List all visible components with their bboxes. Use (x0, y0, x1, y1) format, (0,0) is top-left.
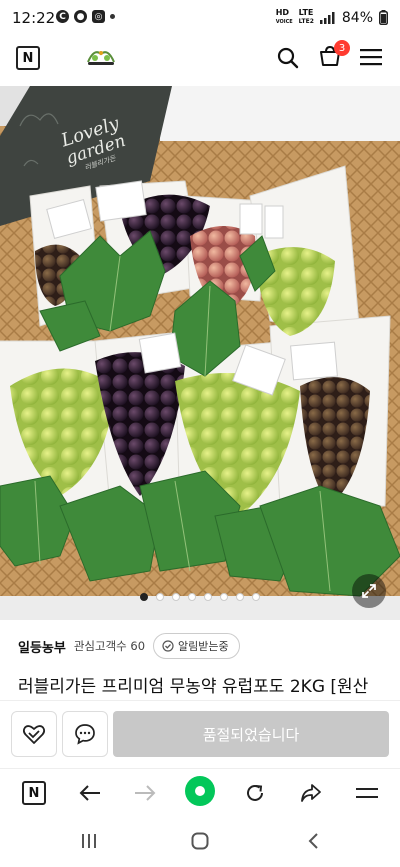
purchase-action-bar: 품절되었습니다 (0, 700, 400, 769)
menu-icon[interactable] (360, 48, 382, 66)
recents-icon[interactable] (81, 832, 97, 850)
seller-name[interactable]: 일등농부 (18, 637, 66, 656)
product-title: 러블리가든 프리미엄 무농약 유럽포도 2KG [원산 (18, 677, 369, 697)
grape-box-photo (0, 86, 400, 620)
home-icon[interactable] (191, 832, 209, 850)
notify-label: 알림받는중 (178, 640, 229, 653)
gallery-page-dot[interactable] (172, 593, 180, 601)
arrow-right-icon (135, 785, 156, 801)
notification-icons: C ● ◎ (56, 10, 115, 23)
back-button[interactable] (76, 779, 104, 807)
chat-bubble-icon (75, 724, 95, 745)
expand-icon (362, 584, 376, 598)
notify-button[interactable]: 알림받는중 (153, 633, 240, 659)
green-dot-button[interactable] (185, 776, 215, 806)
product-image-gallery[interactable]: Lovely garden 러블리가든 (0, 86, 400, 620)
status-bar: 12:22 C ● ◎ HD VOICE LTE LTE2 84% (0, 0, 400, 36)
battery-icon (379, 10, 388, 25)
gallery-page-dot[interactable] (220, 593, 228, 601)
back-nav-icon[interactable] (307, 832, 319, 850)
menu-lines-icon (356, 788, 378, 798)
android-navigation-bar (0, 818, 400, 867)
seller-row: 일등농부 관심고객수 60 알림받는중 (18, 632, 240, 660)
expand-image-button[interactable] (352, 574, 386, 608)
gallery-page-dot[interactable] (140, 593, 148, 601)
refresh-button[interactable] (241, 779, 269, 807)
arrow-left-icon (79, 785, 100, 801)
gallery-page-dot[interactable] (252, 593, 260, 601)
naver-home-button[interactable]: N (16, 46, 40, 70)
forward-button[interactable] (131, 779, 159, 807)
seller-fans-count: 관심고객수 60 (73, 639, 146, 653)
browser-toolbar: N (0, 768, 400, 817)
more-notifications-icon (110, 14, 115, 19)
cart-button[interactable]: 3 (318, 40, 350, 68)
gallery-page-dot[interactable] (156, 593, 164, 601)
naver-home-tab-button[interactable]: N (20, 779, 48, 807)
hd-voice-indicator: HD VOICE (275, 8, 293, 26)
cart-count-badge: 3 (334, 40, 350, 56)
green-dot-icon (195, 786, 205, 796)
talk-button[interactable] (62, 711, 108, 757)
browser-menu-button[interactable] (353, 779, 381, 807)
status-time: 12:22 (12, 9, 56, 27)
sold-out-button[interactable]: 품절되었습니다 (113, 711, 389, 757)
gallery-page-dot[interactable] (236, 593, 244, 601)
gallery-page-dot[interactable] (204, 593, 212, 601)
app-header: N 3 (0, 36, 400, 80)
instagram-icon: ◎ (92, 10, 105, 23)
bell-check-icon (162, 640, 174, 652)
naver-farm-logo[interactable] (82, 44, 120, 70)
heart-icon (22, 725, 46, 744)
gallery-pager (0, 593, 400, 601)
share-button[interactable] (297, 779, 325, 807)
zzim-button[interactable] (11, 711, 57, 757)
share-arrow-icon (301, 784, 321, 802)
system-status: HD VOICE LTE LTE2 84% (276, 9, 388, 26)
naver-n-icon: N (22, 781, 46, 805)
battery-level: 84% (341, 9, 373, 26)
gallery-page-dot[interactable] (188, 593, 196, 601)
ball-notification-icon: ● (74, 10, 87, 23)
c-notification-icon: C (56, 10, 69, 23)
search-icon[interactable] (276, 46, 300, 70)
signal-icon (319, 11, 335, 24)
lte-indicator: LTE LTE2 (298, 8, 314, 26)
refresh-icon (247, 784, 263, 801)
